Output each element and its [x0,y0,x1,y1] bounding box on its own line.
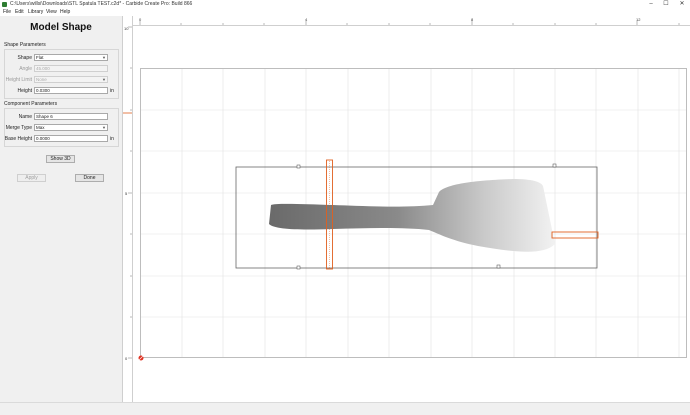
panel-title: Model Shape [30,22,92,33]
menu-file[interactable]: File [3,9,11,16]
window-title: C:\Users\willsi\Downloads\STL Spatula TE… [10,1,193,7]
menu-edit[interactable]: Edit [15,9,24,16]
app-icon [2,2,7,7]
status-bar [0,402,690,415]
menu-bar [0,9,690,16]
height-label: Height [17,88,32,94]
height-limit-select[interactable]: None ▼ [34,76,108,83]
minimize-button[interactable]: – [644,0,658,9]
base-height-label: Base Height [4,136,32,142]
close-button[interactable]: ✕ [675,0,689,9]
menu-help[interactable]: Help [60,9,70,16]
name-label: Name [18,114,32,120]
chevron-down-icon: ▼ [102,55,106,60]
merge-type-value: Max [36,125,45,130]
merge-type-select[interactable]: Max ▼ [34,124,108,131]
menu-view[interactable]: View [46,9,57,16]
base-height-unit: in [110,136,114,142]
shape-select[interactable]: Flat ▼ [34,54,108,61]
shape-select-value: Flat [36,55,44,60]
shape-label: Shape [17,55,32,61]
done-button[interactable]: Done [75,174,104,182]
menu-library[interactable]: Library [28,9,43,16]
height-unit: in [110,88,114,94]
canvas-drawing [137,69,686,362]
height-limit-label: Height Limit [5,77,32,83]
component-parameters-label: Component Parameters [4,101,58,107]
chevron-down-icon: ▼ [102,125,106,130]
height-field[interactable]: 0.0300 [34,87,108,94]
angle-label: Angle [19,66,32,72]
maximize-button[interactable]: ☐ [659,0,673,9]
angle-field[interactable]: 45.000 [34,65,108,72]
origin-icon [137,354,145,362]
show-3d-button[interactable]: Show 3D [46,155,75,163]
chevron-down-icon: ▼ [102,77,106,82]
apply-button[interactable]: Apply [17,174,46,182]
height-limit-value: None [36,77,47,82]
spatula-shape [269,179,555,252]
selection-handle-horizontal [551,231,599,239]
name-field[interactable]: Shape 6 [34,113,108,120]
merge-type-label: Merge Type [5,125,32,131]
base-height-field[interactable]: 0.0000 [34,135,108,142]
shape-parameters-label: Shape Parameters [4,42,46,48]
